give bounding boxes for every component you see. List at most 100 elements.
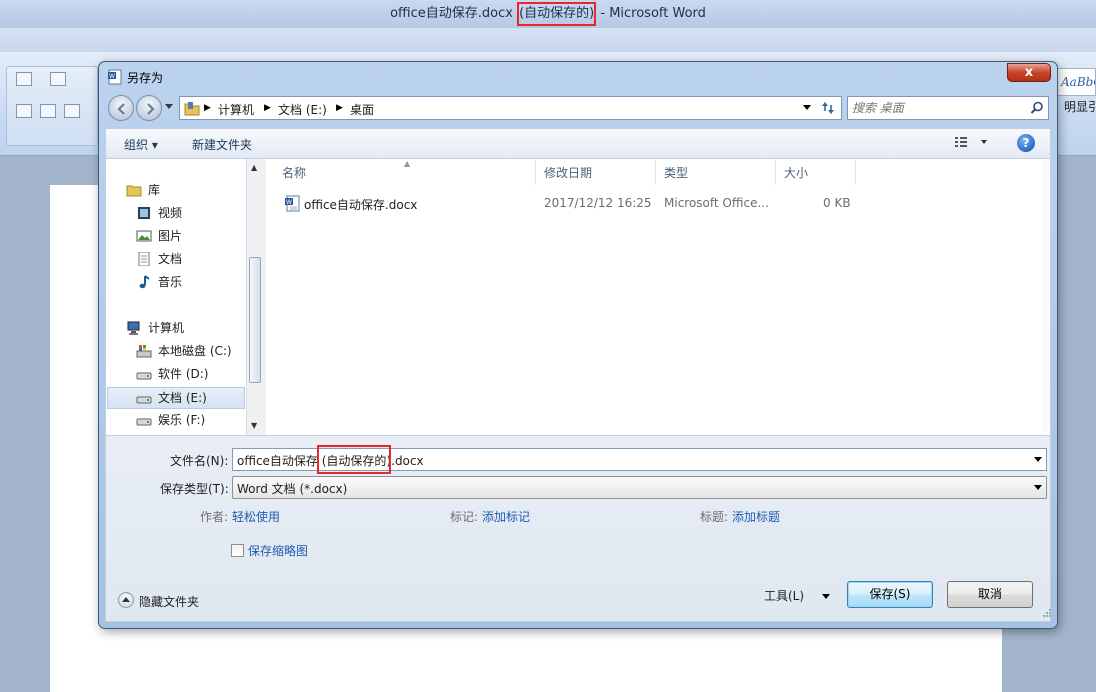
filename-dropdown-icon[interactable] [1034, 457, 1042, 463]
word-title-suffix: - Microsoft Word [596, 6, 706, 21]
forward-arrow-icon [147, 103, 155, 115]
chevron-up-icon [122, 597, 130, 602]
drive-icon [136, 396, 152, 404]
new-folder-button[interactable]: 新建文件夹 [192, 136, 252, 153]
save-thumbnail-checkbox[interactable] [231, 544, 244, 557]
column-headers: 名称 ▲ 修改日期 类型 大小 [266, 159, 1050, 185]
save-options-panel: 文件名(N): office自动保存 (自动保存的).docx 保存类型(T):… [105, 436, 1051, 622]
filetype-value: Word 文档 (*.docx) [237, 482, 348, 496]
author-value[interactable]: 轻松使用 [232, 508, 280, 525]
tree-item-label: 文档 [158, 252, 183, 266]
scrollbar-thumb[interactable] [249, 257, 261, 383]
ribbon-tabs [0, 28, 1096, 52]
search-box[interactable] [847, 96, 1049, 120]
scroll-up-icon[interactable]: ▲ [251, 163, 257, 172]
dialog-title: 另存为 [127, 71, 164, 85]
style-gallery-item[interactable]: AaBbC [1056, 68, 1096, 96]
column-modified[interactable]: 修改日期 [536, 159, 656, 185]
tree-item-label: 库 [148, 183, 161, 197]
back-arrow-icon [117, 103, 125, 115]
save-thumbnail-label[interactable]: 保存缩略图 [248, 542, 308, 559]
align-center-button[interactable] [40, 104, 56, 118]
tree-item-drive-e[interactable]: 文档 (E:) [107, 387, 245, 409]
tree-item-label: 音乐 [158, 275, 183, 289]
tree-item-library[interactable]: 库 [126, 180, 244, 202]
tools-dropdown-icon[interactable] [822, 594, 830, 600]
hide-folders-label[interactable]: 隐藏文件夹 [139, 593, 199, 610]
align-left-button[interactable] [16, 104, 32, 118]
refresh-icon[interactable] [817, 97, 839, 119]
numbering-button[interactable] [50, 72, 66, 86]
tree-item-label: 视频 [158, 206, 183, 220]
save-as-dialog: W 另存为 x ▶ 计算机 ▶ 文档 (E:) ▶ 桌面 组织 ▾ 新建文件夹 [98, 61, 1058, 629]
tags-value[interactable]: 添加标记 [482, 508, 530, 525]
scroll-down-icon[interactable]: ▼ [251, 421, 257, 430]
filename-prefix: office自动保存 [237, 454, 322, 468]
browser-panes: 库 视频 图片 文档 音乐 计算机 本地磁盘 (C:) 软件 (D:) 文档 (… [105, 158, 1051, 436]
document-icon [138, 252, 150, 266]
navigation-tree: 库 视频 图片 文档 音乐 计算机 本地磁盘 (C:) 软件 (D:) 文档 (… [106, 159, 263, 435]
tree-item-videos[interactable]: 视频 [136, 203, 244, 225]
word-title-bar: office自动保存.docx (自动保存的) - Microsoft Word [0, 0, 1096, 28]
tools-menu[interactable]: 工具(L) [764, 587, 804, 604]
file-row[interactable]: W office自动保存.docx 2017/12/12 16:25 Micro… [266, 193, 1050, 215]
column-type[interactable]: 类型 [656, 159, 776, 185]
tree-item-documents[interactable]: 文档 [136, 249, 244, 271]
tree-item-pictures[interactable]: 图片 [136, 226, 244, 248]
filename-field[interactable]: office自动保存 (自动保存的).docx [232, 445, 1047, 474]
tree-item-drive-c[interactable]: 本地磁盘 (C:) [136, 341, 244, 363]
breadcrumb-separator-icon[interactable]: ▶ [336, 103, 343, 113]
tree-item-drive-d[interactable]: 软件 (D:) [136, 364, 244, 386]
tree-item-music[interactable]: 音乐 [136, 272, 244, 294]
word-doc-icon: W [108, 69, 122, 85]
filename-suffix: .docx [391, 454, 424, 468]
breadcrumb-desktop[interactable]: 桌面 [350, 101, 374, 118]
recent-locations-chevron-icon[interactable] [165, 104, 173, 110]
view-options-icon[interactable] [954, 135, 990, 149]
file-modified: 2017/12/12 16:25 [544, 196, 652, 210]
back-button[interactable] [108, 95, 134, 121]
music-icon [139, 275, 150, 289]
filetype-dropdown-icon[interactable] [1034, 485, 1042, 491]
tags-label: 标记: [450, 510, 479, 524]
sort-ascending-icon: ▲ [404, 159, 411, 168]
bullets-button[interactable] [16, 72, 32, 86]
breadcrumb-drive-e[interactable]: 文档 (E:) [278, 101, 327, 118]
filetype-select[interactable]: Word 文档 (*.docx) [232, 476, 1047, 499]
close-button[interactable]: x [1007, 63, 1051, 82]
align-right-button[interactable] [64, 104, 80, 118]
title-value[interactable]: 添加标题 [732, 508, 780, 525]
breadcrumb-separator-icon[interactable]: ▶ [264, 103, 271, 113]
file-list: 名称 ▲ 修改日期 类型 大小 W office自动保存.docx 2017/1… [266, 159, 1050, 435]
title-label: 标题: [700, 510, 729, 524]
tree-item-drive-f[interactable]: 娱乐 (F:) [136, 410, 244, 432]
folder-icon [184, 102, 200, 116]
search-input[interactable] [852, 99, 1022, 117]
drive-icon [136, 418, 152, 426]
breadcrumb-computer[interactable]: 计算机 [218, 101, 254, 118]
forward-button[interactable] [136, 95, 162, 121]
cancel-button[interactable]: 取消 [947, 581, 1033, 608]
help-icon[interactable]: ? [1017, 134, 1035, 152]
word-file-icon: W [285, 195, 300, 212]
list-scroll-track [1042, 159, 1050, 435]
svg-text:W: W [286, 199, 292, 206]
search-icon[interactable] [1030, 101, 1044, 115]
resize-grip-icon[interactable] [1042, 608, 1052, 618]
organize-menu[interactable]: 组织 ▾ [124, 136, 158, 153]
file-type: Microsoft Office... [664, 196, 769, 210]
address-dropdown-icon[interactable] [803, 105, 811, 111]
save-button[interactable]: 保存(S) [847, 581, 933, 608]
column-size[interactable]: 大小 [776, 159, 856, 185]
svg-text:W: W [109, 73, 115, 80]
hide-folders-toggle[interactable] [118, 592, 134, 608]
tree-item-computer[interactable]: 计算机 [126, 318, 244, 340]
tree-scrollbar[interactable]: ▲ ▼ [246, 159, 263, 435]
tree-item-label: 计算机 [148, 321, 185, 335]
file-size: 0 KB [823, 196, 851, 210]
address-bar[interactable]: ▶ 计算机 ▶ 文档 (E:) ▶ 桌面 [179, 96, 842, 120]
tree-item-label: 文档 (E:) [158, 391, 207, 405]
tree-item-label: 软件 (D:) [158, 367, 209, 381]
video-icon [138, 207, 150, 219]
tree-item-label: 图片 [158, 229, 183, 243]
